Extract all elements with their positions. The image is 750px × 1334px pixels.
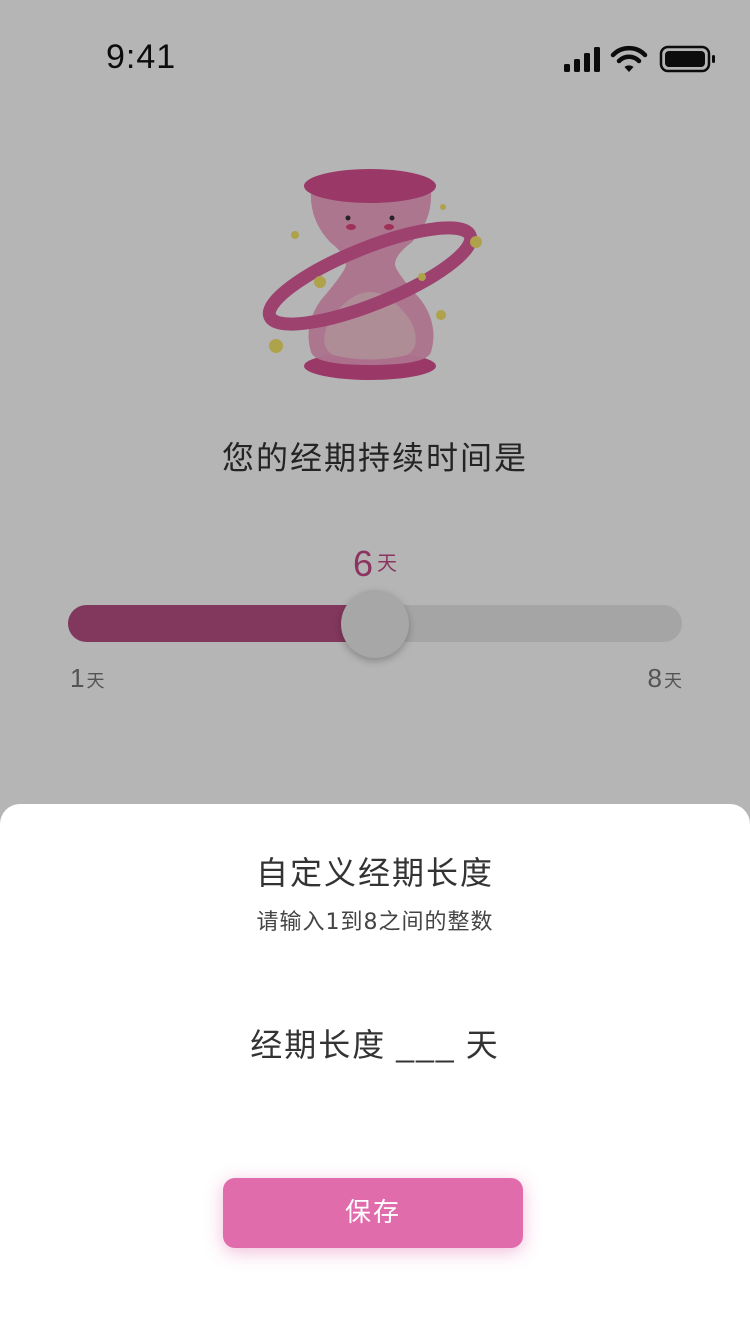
input-label: 经期长度 bbox=[250, 1026, 387, 1064]
save-button[interactable]: 保存 bbox=[223, 1178, 523, 1248]
bottom-sheet: 自定义经期长度 请输入1到8之间的整数 经期长度 ___ 天 保存 bbox=[0, 804, 750, 1334]
sheet-subtitle: 请输入1到8之间的整数 bbox=[256, 910, 494, 935]
input-unit: 天 bbox=[465, 1026, 500, 1064]
period-length-input-row: 经期长度 ___ 天 bbox=[0, 1020, 750, 1066]
period-length-input[interactable]: ___ bbox=[396, 1027, 455, 1064]
sheet-title: 自定义经期长度 bbox=[255, 854, 494, 892]
